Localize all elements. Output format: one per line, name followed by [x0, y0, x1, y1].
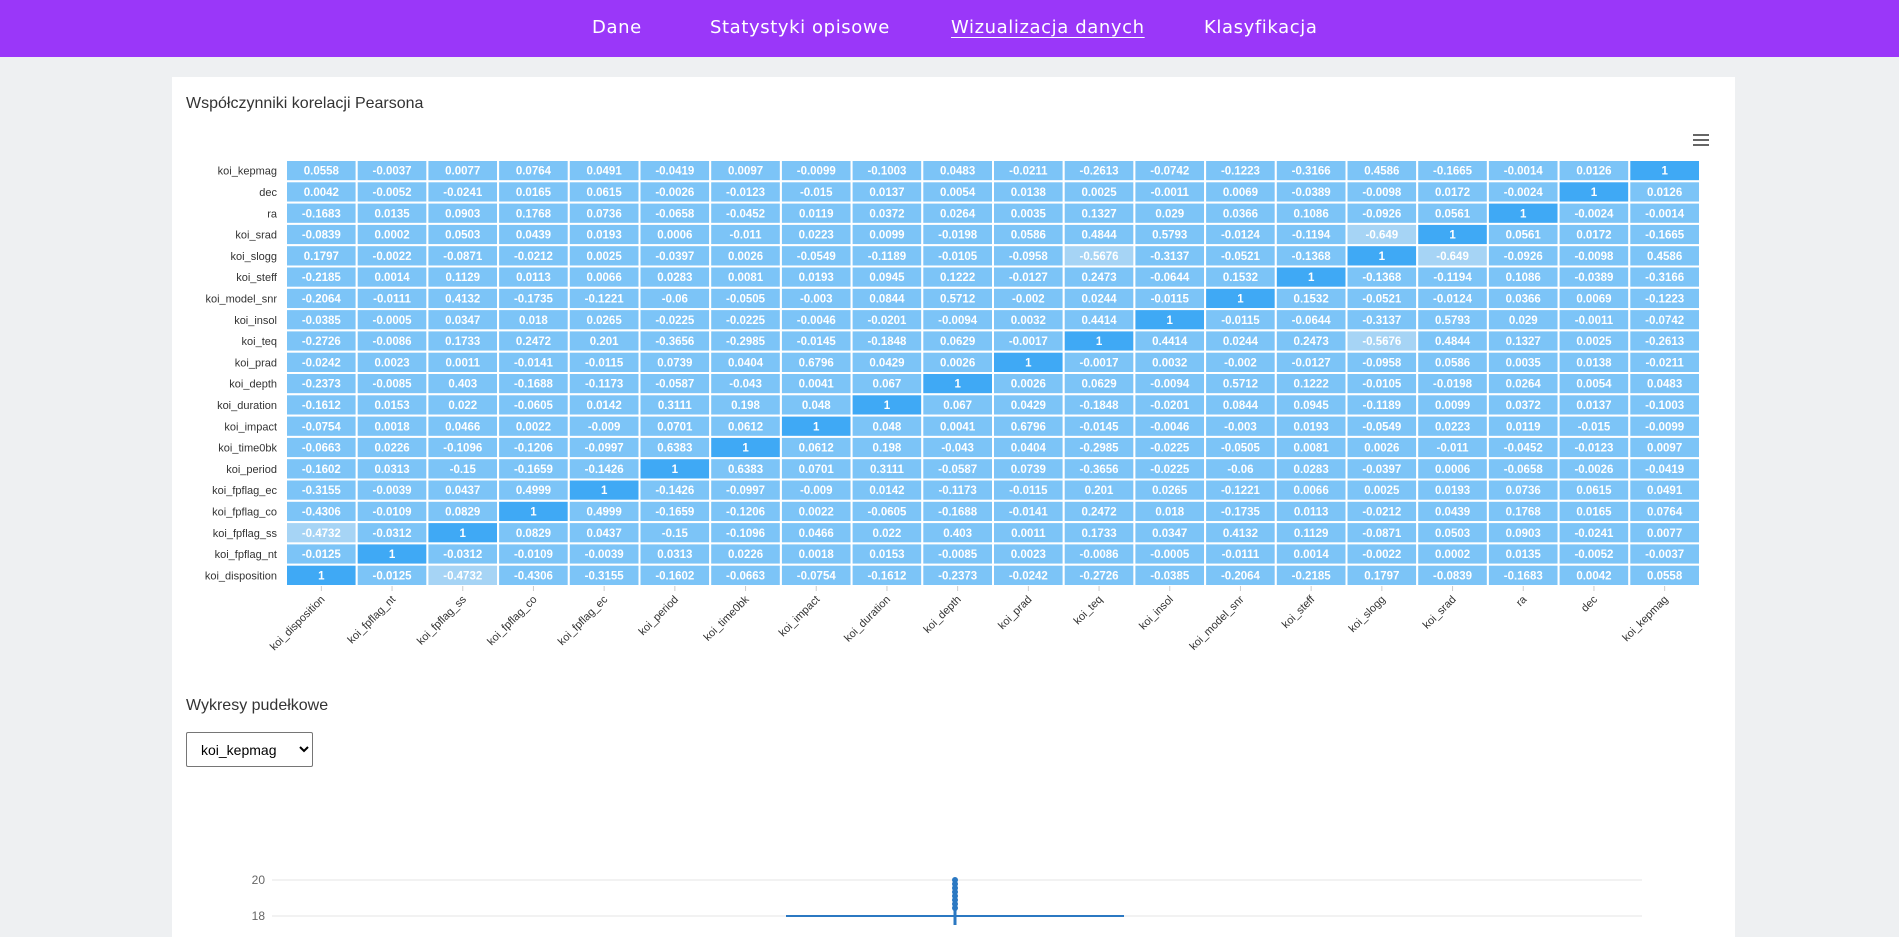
boxplot-y-tick-label: 18 [252, 909, 266, 923]
boxplot-chart: 2018 [252, 873, 1642, 925]
boxplot-y-tick-label: 20 [252, 873, 266, 887]
boxplot-outlier-point[interactable] [952, 905, 958, 911]
